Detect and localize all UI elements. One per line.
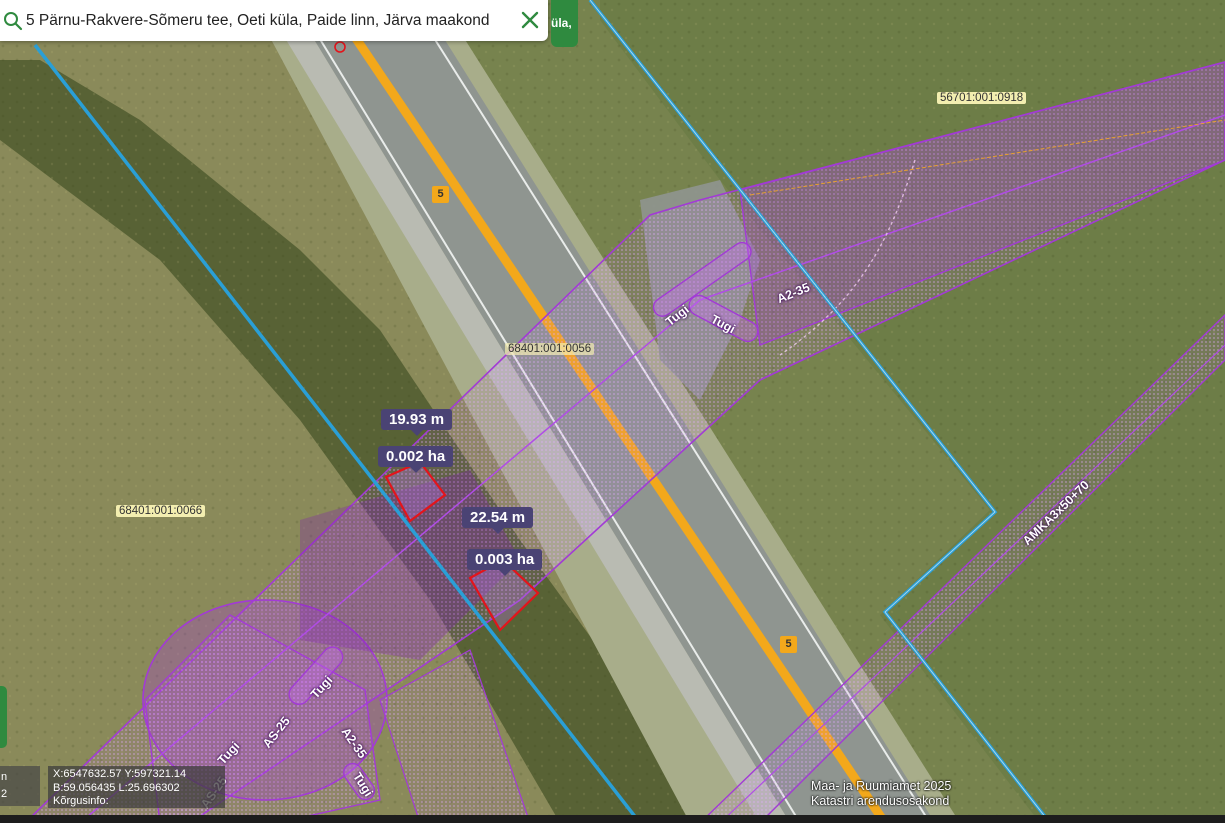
search-result-chip[interactable]: üla, xyxy=(551,0,578,47)
coords-height: Kõrgusinfo: xyxy=(53,795,109,807)
attribution-line-2: Katastri arendusosakond xyxy=(811,794,950,808)
attribution: Maa- ja Ruumiamet 2025 Katastri arenduso… xyxy=(811,779,951,809)
search-input[interactable] xyxy=(24,11,516,30)
road-number-shield: 5 xyxy=(432,186,449,203)
attribution-line-1: Maa- ja Ruumiamet 2025 xyxy=(811,779,952,793)
search-result-chip-text: üla, xyxy=(551,16,572,30)
coords-bl: B:59.056435 L:25.696302 xyxy=(53,781,180,794)
measurement-area-2: 0.003 ha xyxy=(467,549,543,576)
scale-panel: n 2 xyxy=(0,766,40,806)
search-icon xyxy=(4,11,23,30)
map-view[interactable]: 56701:001:0918 68401:001:0056 68401:001:… xyxy=(0,0,1225,823)
measurement-area-1: 0.002 ha xyxy=(378,446,454,473)
map-canvas[interactable] xyxy=(0,0,1225,823)
measurement-length-1: 19.93 m xyxy=(381,409,453,436)
scale-text: n xyxy=(1,771,8,783)
parcel-label-68401-0066: 68401:001:0066 xyxy=(116,505,206,517)
measurement-length-2: 22.54 m xyxy=(462,507,534,534)
parcel-label-56701: 56701:001:0918 xyxy=(937,92,1027,104)
road-number-shield: 5 xyxy=(780,636,797,653)
parcel-label-68401-0056: 68401:001:0056 xyxy=(505,343,595,355)
coordinates-panel: X:6547632.57 Y:597321.14 B:59.056435 L:2… xyxy=(48,766,225,808)
search-bar xyxy=(0,0,548,41)
bottom-bar xyxy=(0,815,1225,823)
side-panel-toggle[interactable] xyxy=(0,686,7,748)
scale-text: 2 xyxy=(1,788,8,800)
coords-xy: X:6547632.57 Y:597321.14 xyxy=(53,768,187,780)
close-icon[interactable] xyxy=(518,8,542,32)
